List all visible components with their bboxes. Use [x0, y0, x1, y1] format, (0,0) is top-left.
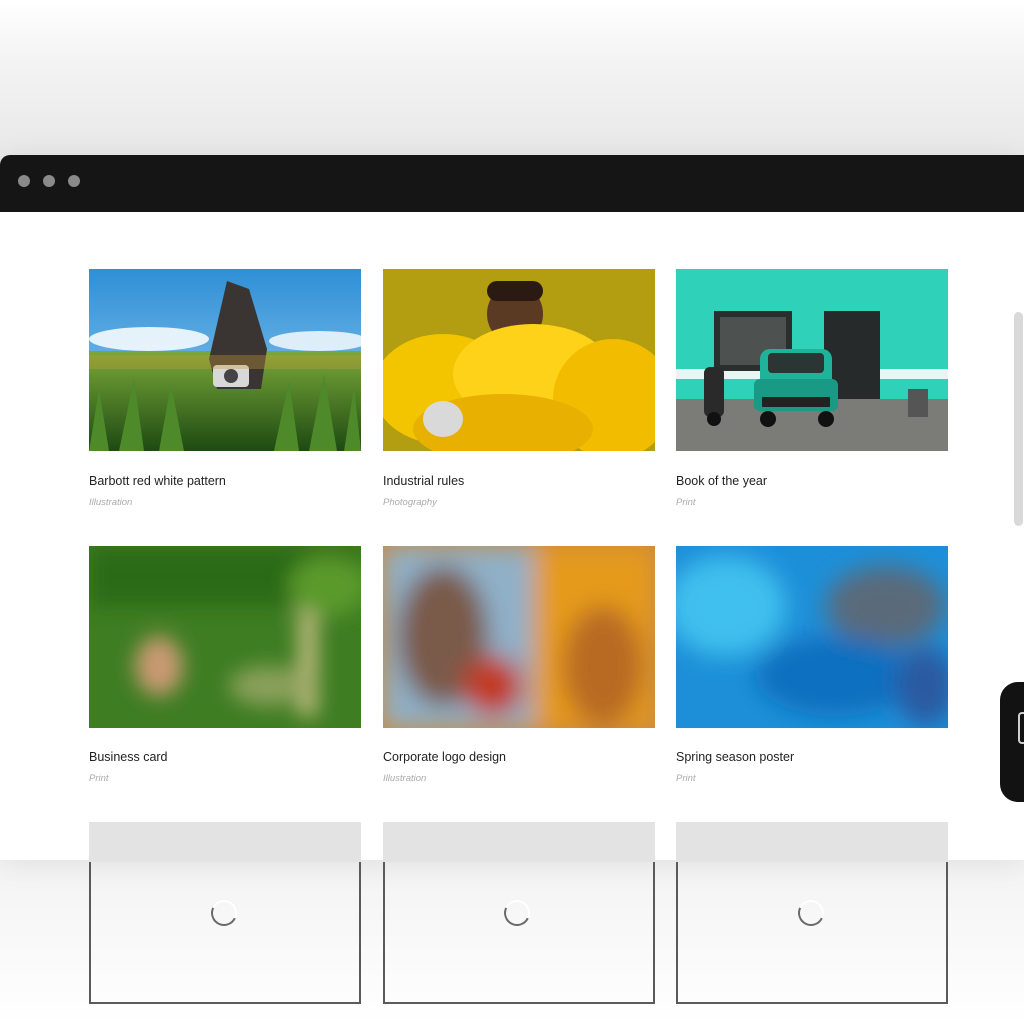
smoke-photo-image: [383, 269, 655, 451]
portfolio-thumbnail-spring-poster[interactable]: [676, 546, 948, 728]
portfolio-item-title[interactable]: Spring season poster: [676, 750, 794, 764]
window-dot-icon[interactable]: [43, 175, 55, 187]
portfolio-item-title[interactable]: Corporate logo design: [383, 750, 506, 764]
scrollbar-thumb[interactable]: [1014, 312, 1023, 526]
portfolio-item-category[interactable]: Print: [676, 773, 696, 784]
loading-placeholder-frame: [383, 862, 655, 1004]
loading-placeholder: [89, 822, 361, 862]
panel-icon: [1018, 712, 1024, 744]
loading-placeholder-frame: [676, 862, 948, 1004]
portfolio-item-title[interactable]: Industrial rules: [383, 474, 464, 488]
portfolio-item-category[interactable]: Illustration: [383, 773, 426, 784]
portfolio-thumbnail-corporate-logo[interactable]: [383, 546, 655, 728]
window-dot-icon[interactable]: [68, 175, 80, 187]
portfolio-thumbnail-industrial[interactable]: [383, 269, 655, 451]
loading-placeholder-frame: [89, 862, 361, 1004]
blurred-green-image: [89, 546, 361, 728]
blurred-orange-image: [383, 546, 655, 728]
portfolio-item-category[interactable]: Print: [89, 773, 109, 784]
portfolio-thumbnail-business-card[interactable]: [89, 546, 361, 728]
portfolio-item-title[interactable]: Book of the year: [676, 474, 767, 488]
portfolio-item-category[interactable]: Photography: [383, 497, 437, 508]
portfolio-thumbnail-barbott[interactable]: [89, 269, 361, 451]
portfolio-item-category[interactable]: Print: [676, 497, 696, 508]
blurred-blue-image: [676, 546, 948, 728]
portfolio-item-title[interactable]: Business card: [89, 750, 168, 764]
loading-placeholder: [383, 822, 655, 862]
window-dot-icon[interactable]: [18, 175, 30, 187]
loading-placeholder: [676, 822, 948, 862]
portfolio-item-title[interactable]: Barbott red white pattern: [89, 474, 226, 488]
car-photo-image: [676, 269, 948, 451]
portfolio-thumbnail-book[interactable]: [676, 269, 948, 451]
browser-titlebar: [0, 155, 1024, 212]
field-photo-image: [89, 269, 361, 451]
portfolio-item-category[interactable]: Illustration: [89, 497, 132, 508]
